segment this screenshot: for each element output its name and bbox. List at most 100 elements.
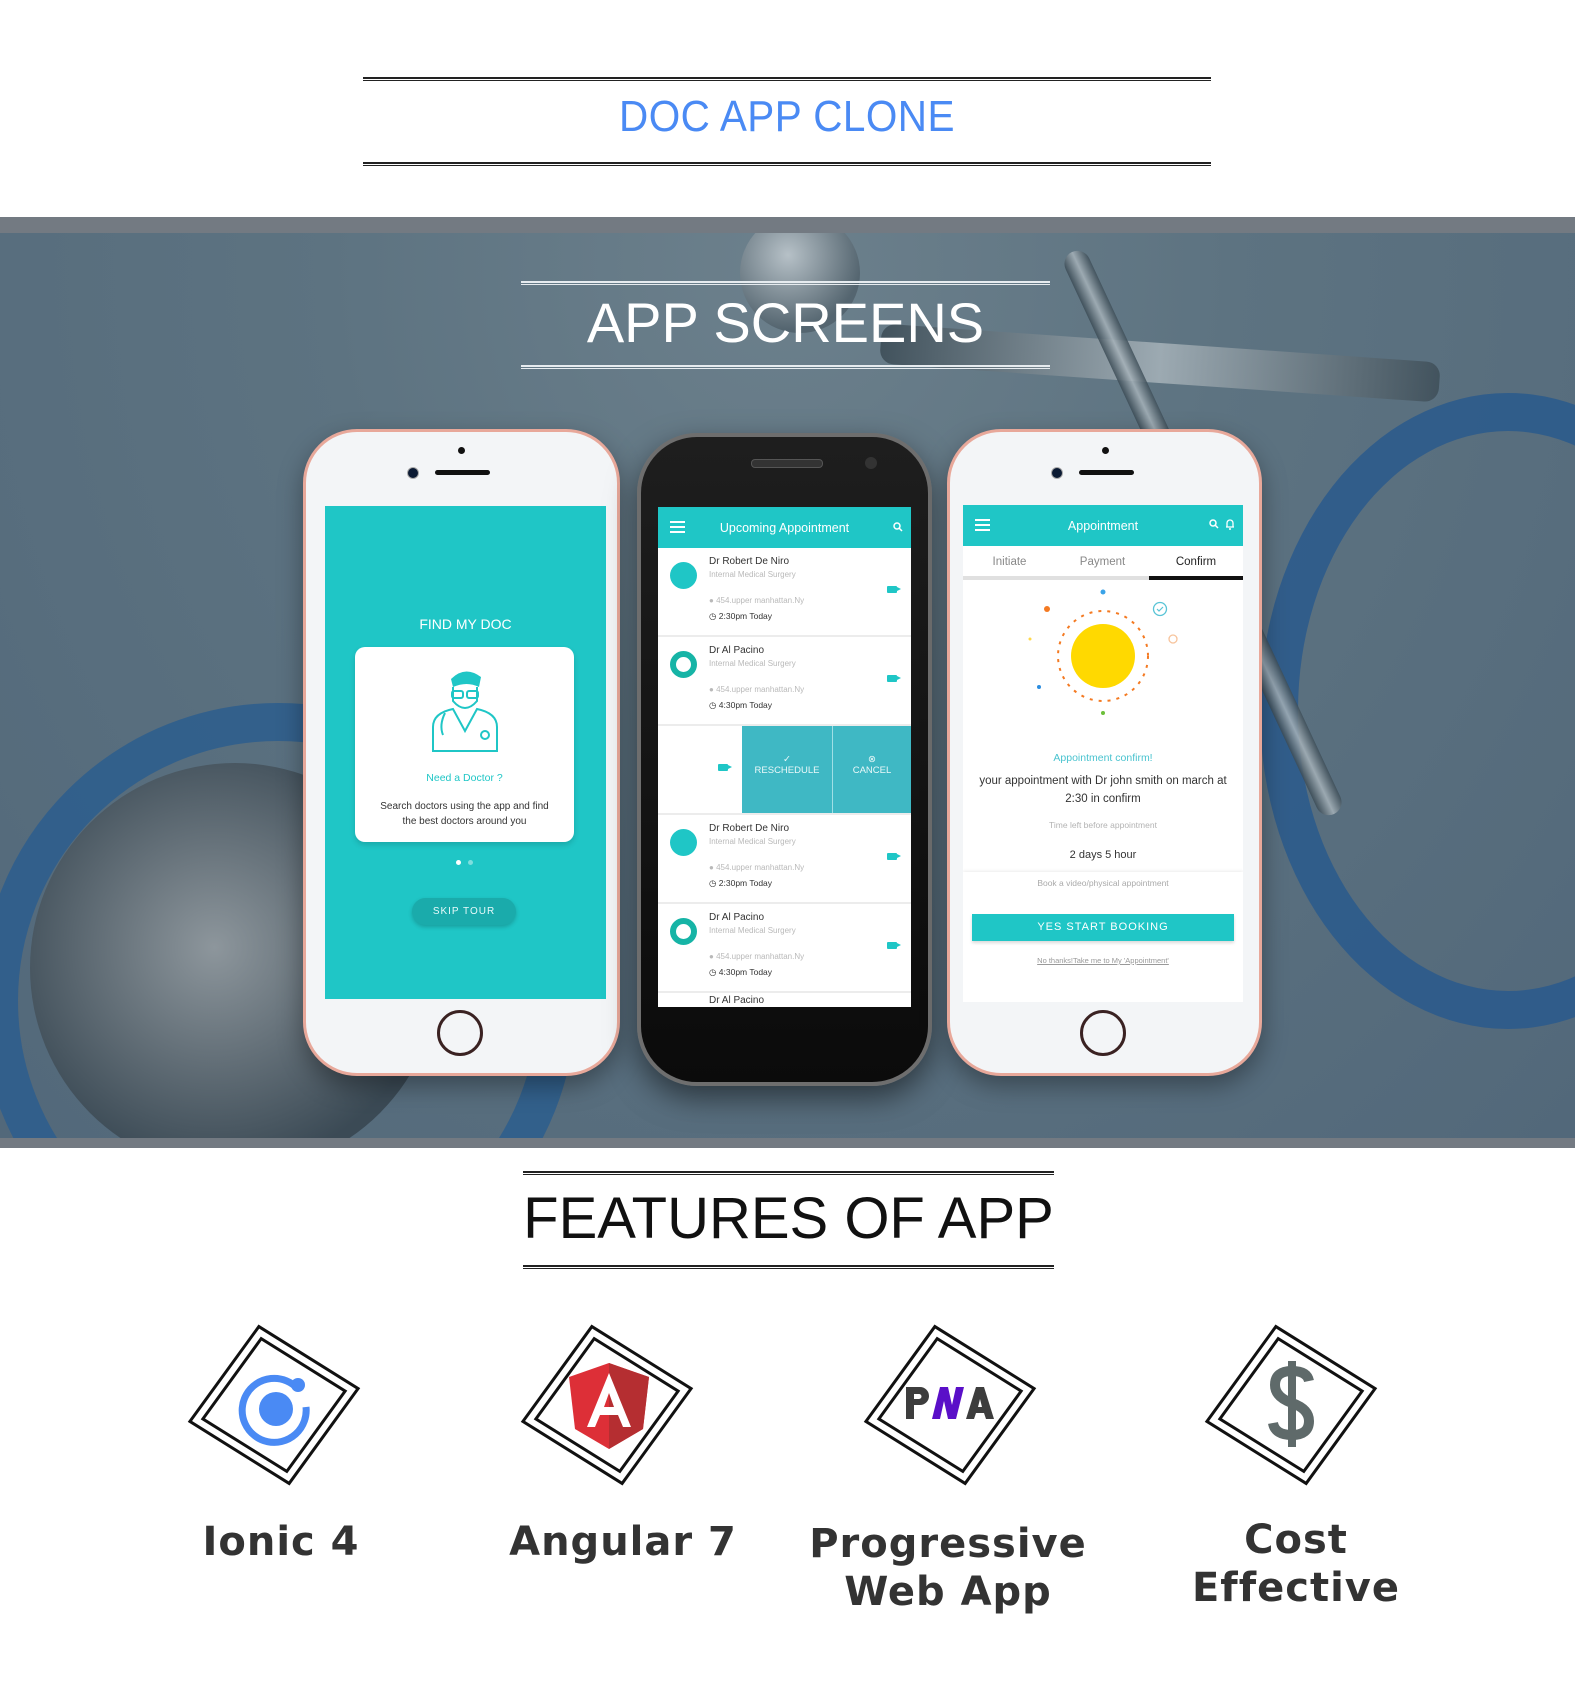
feature-label-pwa: Progressive Web App xyxy=(809,1521,1087,1615)
front-camera-icon xyxy=(407,467,419,479)
front-sensor xyxy=(458,447,465,454)
earpiece-speaker xyxy=(435,470,490,475)
pager-dot[interactable] xyxy=(468,860,473,865)
home-button[interactable] xyxy=(1080,1010,1126,1056)
front-sensor xyxy=(1102,447,1109,454)
doctor-specialty: Internal Medical Surgery xyxy=(709,659,796,668)
upcoming-title: Upcoming Appointment xyxy=(719,520,850,535)
appointment-address: ● 454.upper manhattan.Ny xyxy=(709,685,805,694)
video-call-icon[interactable] xyxy=(887,942,901,949)
no-thanks-link[interactable]: No thanks!Take me to My 'Appointment' xyxy=(963,956,1243,965)
hamburger-icon[interactable] xyxy=(670,521,685,533)
appointment-time: ◷ 2:30pm Today xyxy=(709,611,773,621)
tab-payment[interactable]: Payment xyxy=(1056,548,1149,580)
pager-dot-active[interactable] xyxy=(456,860,461,865)
search-icon[interactable] xyxy=(1209,519,1219,529)
card-title: Need a Doctor ? xyxy=(426,772,503,784)
earpiece-speaker xyxy=(1079,470,1134,475)
appointment-item[interactable]: Dr Al Pacino xyxy=(658,993,911,1007)
reschedule-button[interactable]: ✓ RESCHEDULE xyxy=(742,726,833,813)
hamburger-icon[interactable] xyxy=(975,519,990,531)
doctor-specialty: Internal Medical Surgery xyxy=(709,570,796,579)
start-booking-button[interactable]: YES START BOOKING xyxy=(972,914,1234,941)
time-left-label: Time left before appointment xyxy=(1049,820,1157,830)
doctor-name: Dr Robert De Niro xyxy=(709,556,790,567)
doctor-name: Dr Al Pacino xyxy=(709,912,765,923)
sun-confirmation-illustration-icon xyxy=(1028,589,1178,715)
appointment-address: ● 454.upper manhattan.Ny xyxy=(709,863,805,872)
app-screens-rule-top xyxy=(521,281,1050,285)
ionic-logo-icon xyxy=(238,1374,310,1446)
onboarding-card: Need a Doctor ? Search doctors using the… xyxy=(355,647,574,842)
features-rule-top xyxy=(523,1171,1054,1175)
app-screens-title: APP SCREENS xyxy=(586,291,985,354)
earpiece-speaker xyxy=(751,459,823,468)
video-call-icon[interactable] xyxy=(887,853,901,860)
time-left-value: 2 days 5 hour xyxy=(1069,849,1137,861)
features-rule-bottom xyxy=(523,1265,1054,1269)
doctor-name: Dr Al Pacino xyxy=(709,645,765,656)
iphone-confirm: Appointment Initiate Payment Confirm App… xyxy=(947,429,1262,1076)
confirm-text: your appointment with Dr john smith on m… xyxy=(979,775,1227,805)
feature-pwa xyxy=(863,1324,1037,1486)
features-title: FEATURES OF APP xyxy=(523,1186,1054,1251)
iphone-onboarding: FIND MY DOC Need a Doctor ? Search docto… xyxy=(303,429,620,1076)
appointment-time: ◷ 4:30pm Today xyxy=(709,700,773,710)
feature-label-angular: Angular 7 xyxy=(509,1519,737,1565)
app-screens-rule-bottom xyxy=(521,365,1050,369)
dollar-icon xyxy=(1268,1361,1315,1447)
search-icon[interactable] xyxy=(893,522,903,532)
appointment-item-swiped[interactable]: ✓ RESCHEDULE ⊗ CANCEL xyxy=(658,726,911,815)
appointment-time: ◷ 2:30pm Today xyxy=(709,878,773,888)
appointment-item[interactable]: Dr Al Pacino Internal Medical Surgery ● … xyxy=(658,637,911,726)
feature-label-ionic: Ionic 4 xyxy=(202,1519,360,1565)
confirm-appbar: Appointment xyxy=(963,505,1243,546)
page-title: DOC APP CLONE xyxy=(619,92,955,141)
cancel-icon: ⊗ xyxy=(868,754,876,765)
front-camera-icon xyxy=(1051,467,1063,479)
confirm-heading: Appointment confirm! xyxy=(1053,752,1153,764)
appointment-item[interactable]: Dr Robert De Niro Internal Medical Surge… xyxy=(658,815,911,904)
video-call-icon[interactable] xyxy=(887,586,901,593)
onboarding-heading: FIND MY DOC xyxy=(419,616,512,632)
doctor-specialty: Internal Medical Surgery xyxy=(709,926,796,935)
doctor-name: Dr Robert De Niro xyxy=(709,823,790,834)
stethoscope-tube-right-decor xyxy=(1260,393,1575,1029)
onboarding-screen: FIND MY DOC Need a Doctor ? Search docto… xyxy=(325,506,606,999)
feature-cost xyxy=(1204,1324,1378,1486)
reschedule-icon: ✓ xyxy=(783,754,791,765)
book-label: Book a video/physical appointment xyxy=(1037,878,1169,888)
confirm-title: Appointment xyxy=(1067,518,1139,533)
feature-angular xyxy=(520,1324,694,1486)
doctor-avatar xyxy=(670,918,697,945)
feature-label-cost: Cost Effective xyxy=(1191,1517,1400,1611)
doctor-specialty: Internal Medical Surgery xyxy=(709,837,796,846)
bell-icon[interactable] xyxy=(1225,518,1235,530)
upcoming-appbar: Upcoming Appointment xyxy=(658,507,911,548)
appointment-time: ◷ 4:30pm Today xyxy=(709,967,773,977)
card-text: Search doctors using the app and find th… xyxy=(380,801,549,827)
doctor-avatar xyxy=(670,562,697,589)
cancel-button[interactable]: ⊗ CANCEL xyxy=(833,726,911,813)
book-panel: Book a video/physical appointment YES ST… xyxy=(963,872,1243,1002)
doctor-avatar xyxy=(670,829,697,856)
doctor-name: Dr Al Pacino xyxy=(709,995,765,1006)
angular-logo-icon xyxy=(569,1363,649,1449)
doctor-avatar xyxy=(670,651,697,678)
header-rule-bottom xyxy=(363,162,1211,166)
android-upcoming: Upcoming Appointment Dr Robert De Niro I… xyxy=(637,433,932,1086)
tab-initiate[interactable]: Initiate xyxy=(963,548,1056,580)
appointment-address: ● 454.upper manhattan.Ny xyxy=(709,596,805,605)
home-button[interactable] xyxy=(437,1010,483,1056)
pwa-logo-icon xyxy=(906,1387,994,1419)
appointment-item[interactable]: Dr Al Pacino Internal Medical Surgery ● … xyxy=(658,904,911,993)
appointment-address: ● 454.upper manhattan.Ny xyxy=(709,952,805,961)
front-camera-icon xyxy=(865,457,877,469)
video-call-icon[interactable] xyxy=(718,764,732,771)
tab-confirm[interactable]: Confirm xyxy=(1149,548,1243,580)
video-call-icon[interactable] xyxy=(887,675,901,682)
appointment-item[interactable]: Dr Robert De Niro Internal Medical Surge… xyxy=(658,548,911,637)
skip-tour-button[interactable]: SKIP TOUR xyxy=(412,898,516,925)
feature-ionic xyxy=(187,1324,361,1486)
doctor-illustration-icon xyxy=(432,671,498,752)
